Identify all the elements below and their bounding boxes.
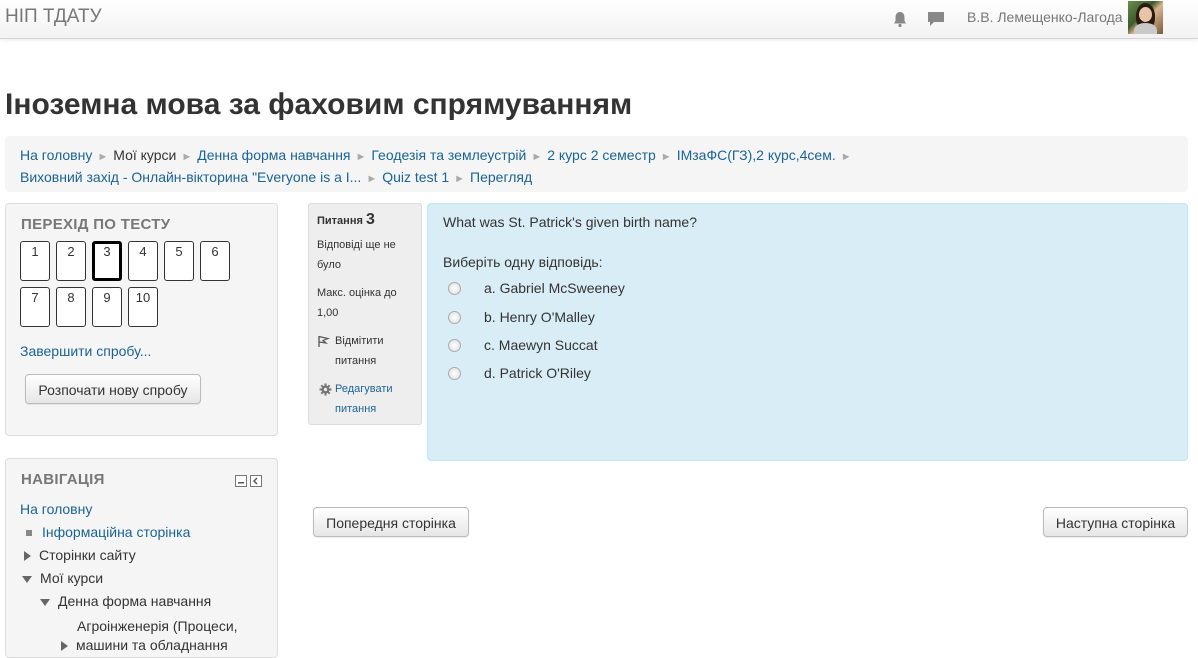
edit-question[interactable]: Редагувати питання bbox=[317, 379, 413, 419]
breadcrumb-separator-icon: ► bbox=[840, 151, 852, 163]
nav-my-courses-label: Мої курси bbox=[40, 570, 104, 586]
breadcrumb-quiz[interactable]: Quiz test 1 bbox=[382, 169, 449, 185]
question-button-2[interactable]: 2 bbox=[56, 241, 86, 281]
breadcrumb-semester[interactable]: 2 курс 2 семестр bbox=[547, 147, 656, 163]
question-button-3[interactable]: 3 bbox=[92, 241, 122, 281]
nav-course-agro[interactable]: Агроінженерія (Процеси, bbox=[77, 616, 238, 636]
breadcrumb-separator-icon: ► bbox=[366, 173, 378, 185]
collapse-arrow-icon bbox=[40, 598, 50, 606]
breadcrumb-my-courses: Мої курси bbox=[113, 147, 177, 163]
user-name[interactable]: В.В. Лемещенко-Лагода bbox=[967, 9, 1123, 25]
question-button-10[interactable]: 10 bbox=[128, 287, 158, 327]
question-button-9[interactable]: 9 bbox=[92, 287, 122, 327]
question-button-4[interactable]: 4 bbox=[128, 241, 158, 281]
bullet-icon bbox=[26, 530, 32, 537]
navigation-title: НАВІГАЦІЯ bbox=[21, 471, 105, 488]
nav-home-link[interactable]: На головну bbox=[20, 501, 92, 517]
quiz-navigation-block: ПЕРЕХІД ПО ТЕСТУ 1 2 3 4 5 6 7 8 9 10 За… bbox=[5, 203, 278, 436]
question-button-8[interactable]: 8 bbox=[56, 287, 86, 327]
breadcrumb-separator-icon: ► bbox=[181, 151, 193, 163]
answer-option-a[interactable]: a. Gabriel McSweeney bbox=[448, 280, 625, 296]
question-max-grade: Макс. оцінка до 1,00 bbox=[317, 287, 397, 319]
top-navbar: НІП ТДАТУ В.В. Лемещенко-Лагода bbox=[0, 0, 1198, 39]
flag-question-label: Відмітити питання bbox=[335, 335, 384, 367]
flag-icon bbox=[318, 335, 330, 347]
question-number: Питання 3 bbox=[317, 210, 413, 231]
answer-option-b[interactable]: b. Henry O'Malley bbox=[448, 309, 595, 325]
expand-arrow-icon bbox=[61, 641, 68, 652]
answer-option-c[interactable]: c. Maewyn Succat bbox=[448, 337, 598, 353]
new-attempt-button[interactable]: Розпочати нову спробу bbox=[25, 374, 201, 404]
breadcrumb-separator-icon: ► bbox=[660, 151, 672, 163]
user-avatar[interactable] bbox=[1128, 1, 1163, 34]
nav-course-agro-line2: машини та обладнання bbox=[76, 637, 228, 653]
nav-my-courses[interactable]: Мої курси bbox=[22, 570, 103, 586]
breadcrumb: На головну ► Мої курси ► Денна форма навчанн… bbox=[5, 136, 1188, 192]
breadcrumb-event[interactable]: Виховний захід - Онлайн-вікторина "Every… bbox=[20, 169, 361, 185]
breadcrumb-course[interactable]: ІМзаФС(ГЗ),2 курс,4сем. bbox=[677, 147, 836, 163]
radio-button[interactable] bbox=[448, 282, 461, 295]
next-page-button[interactable]: Наступна сторінка bbox=[1043, 507, 1188, 537]
page-title: Іноземна мова за фаховим спрямуванням bbox=[5, 88, 633, 121]
question-info-panel: Питання 3 Відповіді ще не було Макс. оці… bbox=[308, 203, 422, 425]
quiz-navigation-title: ПЕРЕХІД ПО ТЕСТУ bbox=[21, 216, 171, 233]
nav-info-page-link[interactable]: Інформаційна сторінка bbox=[42, 524, 190, 540]
radio-button[interactable] bbox=[448, 311, 461, 324]
breadcrumb-geodesy[interactable]: Геодезія та землеустрій bbox=[371, 147, 526, 163]
breadcrumb-separator-icon: ► bbox=[531, 151, 543, 163]
answer-option-d[interactable]: d. Patrick O'Riley bbox=[448, 365, 591, 381]
answer-label: c. Maewyn Succat bbox=[484, 337, 598, 353]
flag-question[interactable]: Відмітити питання bbox=[317, 331, 413, 371]
question-text: What was St. Patrick's given birth name? bbox=[443, 214, 697, 230]
breadcrumb-home[interactable]: На головну bbox=[20, 147, 92, 163]
breadcrumb-review[interactable]: Перегляд bbox=[470, 169, 532, 185]
radio-button[interactable] bbox=[448, 339, 461, 352]
question-button-7[interactable]: 7 bbox=[20, 287, 50, 327]
expand-arrow-icon bbox=[24, 551, 31, 562]
question-state: Відповіді ще не було bbox=[317, 239, 396, 271]
question-button-5[interactable]: 5 bbox=[164, 241, 194, 281]
messages-icon[interactable] bbox=[927, 10, 945, 28]
radio-button[interactable] bbox=[448, 367, 461, 380]
breadcrumb-separator-icon: ► bbox=[355, 151, 367, 163]
minimize-block-icon[interactable] bbox=[235, 475, 247, 487]
question-label: Питання bbox=[317, 215, 363, 227]
collapse-arrow-icon bbox=[22, 575, 32, 583]
previous-page-button[interactable]: Попередня сторінка bbox=[313, 507, 469, 537]
question-button-1[interactable]: 1 bbox=[20, 241, 50, 281]
question-number-value: 3 bbox=[365, 211, 375, 228]
breadcrumb-full-time[interactable]: Денна форма навчання bbox=[197, 147, 350, 163]
question-content: What was St. Patrick's given birth name?… bbox=[427, 203, 1188, 461]
answer-label: a. Gabriel McSweeney bbox=[484, 280, 625, 296]
notifications-bell-icon[interactable] bbox=[891, 10, 909, 28]
answer-label: b. Henry O'Malley bbox=[484, 309, 595, 325]
breadcrumb-separator-icon: ► bbox=[454, 173, 466, 185]
site-brand[interactable]: НІП ТДАТУ bbox=[5, 6, 102, 28]
question-button-6[interactable]: 6 bbox=[200, 241, 230, 281]
navigation-block: НАВІГАЦІЯ На головну Інформаційна сторін… bbox=[5, 458, 278, 658]
nav-course-agro-line1: Агроінженерія (Процеси, bbox=[77, 618, 238, 634]
nav-full-time-label: Денна форма навчання bbox=[58, 593, 212, 609]
nav-full-time[interactable]: Денна форма навчання bbox=[40, 593, 211, 609]
gear-icon bbox=[319, 383, 332, 396]
dock-block-icon[interactable] bbox=[250, 475, 262, 487]
nav-site-pages[interactable]: Сторінки сайту bbox=[24, 547, 136, 563]
finish-attempt-link[interactable]: Завершити спробу... bbox=[20, 343, 151, 359]
answer-label: d. Patrick O'Riley bbox=[484, 365, 591, 381]
nav-course-agro-row2[interactable]: машини та обладнання bbox=[61, 635, 228, 655]
breadcrumb-separator-icon: ► bbox=[97, 151, 109, 163]
edit-question-link[interactable]: Редагувати питання bbox=[335, 383, 393, 415]
nav-info-page[interactable]: Інформаційна сторінка bbox=[26, 524, 190, 540]
nav-site-pages-label: Сторінки сайту bbox=[39, 547, 136, 563]
answer-prompt: Виберіть одну відповідь: bbox=[443, 254, 603, 270]
